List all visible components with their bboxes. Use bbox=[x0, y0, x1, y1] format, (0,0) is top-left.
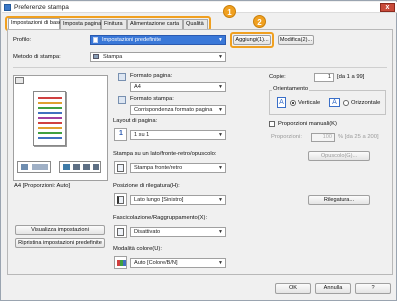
staple-icon bbox=[83, 164, 90, 170]
chevron-down-icon: ▼ bbox=[218, 229, 223, 235]
output-method-toggle[interactable] bbox=[17, 161, 51, 173]
scaling-range: % [da 25 a 200] bbox=[338, 134, 379, 140]
page-layout-select[interactable]: 1 su 1 ▼ bbox=[130, 130, 226, 140]
color-mode-icon bbox=[114, 256, 127, 269]
printer-icon bbox=[93, 54, 99, 59]
preview-page bbox=[33, 91, 66, 146]
booklet-button[interactable]: Opuscolo(G)... bbox=[308, 151, 370, 161]
manual-scaling-label: Proporzioni manuali(K) bbox=[278, 121, 337, 127]
callout-badge-1: 1 bbox=[223, 5, 236, 18]
collate-label: Fascicolazione/Raggruppamento(X): bbox=[113, 215, 208, 221]
portrait-label: Verticale bbox=[298, 100, 321, 106]
scaling-value: 100 bbox=[322, 134, 332, 140]
collate-select[interactable]: Disattivato ▼ bbox=[130, 227, 226, 237]
finishing-icon bbox=[73, 164, 80, 170]
callout-badge-2: 2 bbox=[253, 15, 266, 28]
page-layout-icon: 1 bbox=[114, 128, 127, 141]
duplex-label: Stampa su un lato/fronte-retro/opuscolo: bbox=[113, 151, 217, 157]
page-size-icon bbox=[118, 73, 126, 81]
divider bbox=[13, 67, 387, 68]
title-bar: Preferenze stampa x bbox=[2, 2, 397, 13]
close-icon[interactable]: x bbox=[380, 3, 395, 12]
edit-profile-button[interactable]: Modifica(2)... bbox=[278, 35, 314, 45]
printer-app-icon bbox=[4, 4, 11, 11]
copies-spinner[interactable]: 1 bbox=[314, 73, 334, 82]
preferences-window: Preferenze stampa x Impostazioni di base… bbox=[0, 0, 397, 301]
chevron-down-icon: ▼ bbox=[218, 197, 223, 203]
chevron-down-icon: ▼ bbox=[218, 37, 223, 43]
scaling-spinner[interactable]: 100 bbox=[311, 133, 335, 142]
collate-icon bbox=[114, 225, 127, 238]
landscape-label: Orizzontale bbox=[351, 100, 381, 106]
portrait-radio[interactable] bbox=[290, 100, 296, 106]
two-page-icon bbox=[32, 164, 48, 170]
output-method-select[interactable]: Stampa ▼ bbox=[90, 52, 226, 62]
page-layout-label: Layout di pagina: bbox=[113, 118, 158, 124]
output-size-select[interactable]: Corrispondenza formato pagina ▼ bbox=[130, 105, 226, 115]
copies-label: Copie: bbox=[269, 74, 286, 80]
add-profile-button[interactable]: Aggiungi(1)... bbox=[233, 35, 271, 45]
layout-toggle[interactable] bbox=[59, 161, 101, 173]
color-mode-value: Auto [Colore/B/N] bbox=[134, 260, 178, 266]
binding-value: Lato lungo [Sinistro] bbox=[134, 197, 184, 203]
cancel-button[interactable]: Annulla bbox=[315, 283, 351, 294]
output-size-icon bbox=[118, 96, 126, 104]
portrait-icon: A bbox=[277, 97, 286, 108]
preview-caption: A4 [Proporzioni: Auto] bbox=[14, 183, 71, 189]
gutter-button[interactable]: Rilegatura... bbox=[308, 195, 370, 205]
chevron-down-icon: ▼ bbox=[218, 54, 223, 60]
color-mode-label: Modalità colore(U): bbox=[113, 246, 162, 252]
binding-icon bbox=[114, 193, 127, 206]
chevron-down-icon: ▼ bbox=[218, 165, 223, 171]
punch-icon bbox=[93, 164, 99, 170]
page-size-select[interactable]: A4 ▼ bbox=[130, 82, 226, 92]
profile-label: Profilo: bbox=[13, 37, 32, 43]
window-title: Preferenze stampa bbox=[14, 4, 69, 11]
preview-toggle-icon[interactable] bbox=[15, 77, 24, 84]
color-mode-select[interactable]: Auto [Colore/B/N] ▼ bbox=[130, 258, 226, 268]
chevron-down-icon: ▼ bbox=[218, 107, 223, 113]
single-page-icon bbox=[21, 164, 28, 170]
duplex-select[interactable]: Stampa fronte/retro ▼ bbox=[130, 163, 226, 173]
output-size-value: Corrispondenza formato pagina bbox=[134, 107, 213, 113]
page-size-value: A4 bbox=[134, 84, 141, 90]
manual-scaling-checkbox[interactable] bbox=[269, 121, 275, 127]
chevron-down-icon: ▼ bbox=[218, 84, 223, 90]
ok-button[interactable]: OK bbox=[275, 283, 311, 294]
profile-value: Impostazioni predefinite bbox=[102, 37, 162, 43]
chevron-down-icon: ▼ bbox=[218, 260, 223, 266]
duplex-icon bbox=[114, 161, 127, 174]
help-button[interactable]: ? bbox=[355, 283, 391, 294]
color-icon bbox=[63, 164, 70, 170]
profile-icon bbox=[93, 37, 98, 43]
chevron-down-icon: ▼ bbox=[218, 132, 223, 138]
binding-label: Posizione di rilegatura(H): bbox=[113, 183, 180, 189]
copies-value: 1 bbox=[327, 74, 331, 80]
profile-select[interactable]: Impostazioni predefinite ▼ bbox=[90, 35, 226, 45]
output-size-label: Formato stampa: bbox=[130, 96, 174, 102]
orientation-label: Orientamento bbox=[272, 86, 310, 92]
restore-defaults-button[interactable]: Ripristina impostazioni predefinite bbox=[15, 238, 105, 248]
binding-select[interactable]: Lato lungo [Sinistro] ▼ bbox=[130, 195, 226, 205]
view-settings-button[interactable]: Visualizza impostazioni bbox=[15, 225, 105, 235]
page-layout-value: 1 su 1 bbox=[134, 132, 150, 138]
landscape-radio[interactable] bbox=[343, 100, 349, 106]
page-size-label: Formato pagina: bbox=[130, 73, 173, 79]
copies-range: [da 1 a 99] bbox=[337, 74, 365, 80]
landscape-icon: A bbox=[329, 98, 340, 107]
collate-value: Disattivato bbox=[134, 229, 161, 235]
output-method-label: Metodo di stampa: bbox=[13, 54, 61, 60]
duplex-value: Stampa fronte/retro bbox=[134, 165, 183, 171]
scaling-label: Proporzioni: bbox=[271, 134, 302, 140]
